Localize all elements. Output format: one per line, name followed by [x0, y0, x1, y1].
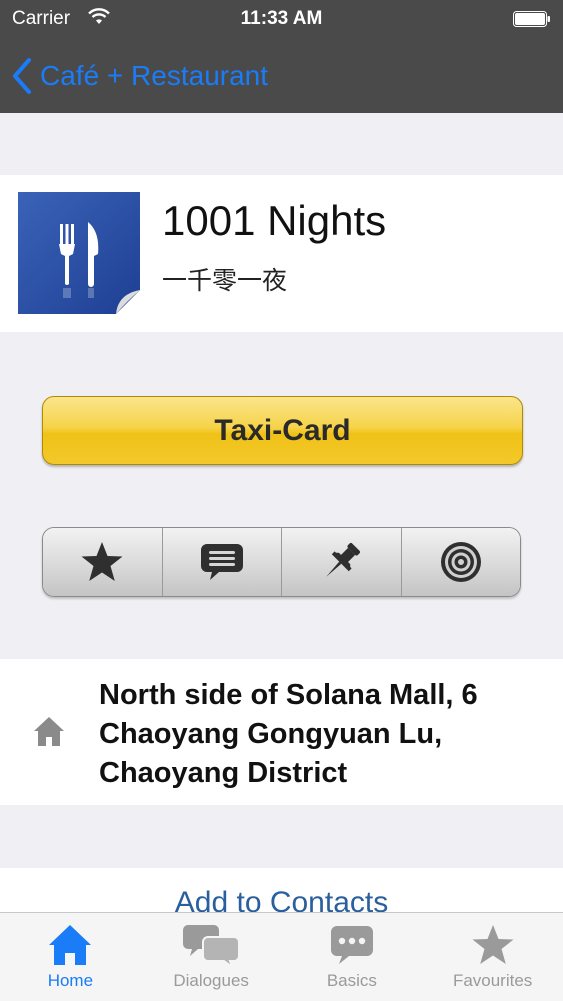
- target-button[interactable]: [401, 528, 520, 596]
- navigation-bar: Café + Restaurant: [0, 40, 563, 113]
- pin-button[interactable]: [282, 528, 402, 596]
- tab-basics-label: Basics: [326, 971, 377, 990]
- tab-dialogues-label: Dialogues: [173, 971, 249, 990]
- back-button-label: Café + Restaurant: [40, 60, 269, 91]
- clock: 11:33 AM: [240, 8, 323, 29]
- target-icon: [440, 542, 481, 582]
- address-line: Chaoyang Gongyuan Lu,: [99, 718, 443, 750]
- chevron-left-icon: [13, 58, 31, 94]
- fork-knife-icon: [18, 192, 140, 314]
- tab-favourites-label: Favourites: [452, 971, 533, 990]
- status-bar: Carrier 11:33 AM: [0, 0, 563, 40]
- tab-dialogues[interactable]: Dialogues: [141, 913, 282, 1001]
- star-icon: [472, 925, 514, 964]
- star-icon: [81, 542, 123, 581]
- back-button[interactable]: Café + Restaurant: [12, 56, 268, 96]
- favourite-button[interactable]: [43, 528, 163, 596]
- address-text: North side of Solana Mall, 6 Chaoyang Go…: [99, 676, 539, 793]
- taxi-card-button[interactable]: Taxi-Card: [42, 396, 523, 465]
- address-line: Chaoyang District: [99, 757, 348, 789]
- restaurant-header: 1001 Nights 一千零一夜: [0, 175, 563, 332]
- address-line: North side of Solana Mall, 6: [99, 679, 478, 711]
- tab-home-label: Home: [47, 971, 94, 990]
- comment-button[interactable]: [162, 528, 282, 596]
- tab-favourites[interactable]: Favourites: [422, 913, 563, 1001]
- battery-icon: [513, 11, 551, 27]
- action-segmented-control: [42, 527, 521, 597]
- speech-bubble-icon: [200, 544, 243, 580]
- home-icon: [34, 717, 64, 746]
- restaurant-name: 1001 Nights: [162, 197, 387, 244]
- speech-bubbles-icon: [183, 925, 241, 967]
- tab-home[interactable]: Home: [0, 913, 141, 1001]
- home-icon: [49, 925, 92, 965]
- speech-bubble-icon: [330, 926, 373, 964]
- address-row[interactable]: North side of Solana Mall, 6 Chaoyang Go…: [0, 659, 563, 805]
- taxi-card-label: Taxi-Card: [214, 413, 351, 447]
- restaurant-chinese-name: 一千零一夜: [162, 266, 288, 295]
- pushpin-icon: [326, 543, 361, 577]
- tab-bar: Home Dialogues Basics Favourites: [0, 912, 563, 1001]
- tab-basics[interactable]: Basics: [282, 913, 423, 1001]
